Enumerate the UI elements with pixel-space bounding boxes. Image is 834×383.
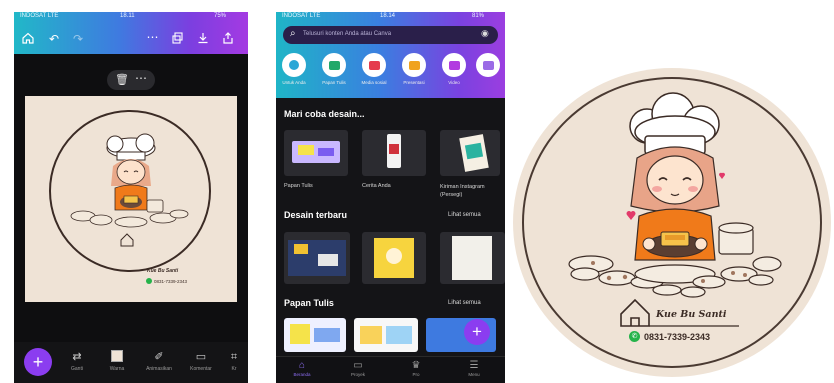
recent-design-1[interactable]: [284, 232, 350, 284]
tool-replace[interactable]: ⇄ Ganti: [58, 350, 96, 372]
design-canvas[interactable]: Kue Bu Santi 0831-7339-2343: [25, 96, 237, 302]
layers-icon[interactable]: [171, 32, 185, 46]
tool-label: Warna: [109, 366, 125, 372]
category-label: Presentasi: [403, 80, 425, 85]
folder-icon: ▭: [353, 360, 363, 371]
camera-icon[interactable]: ◉: [481, 28, 489, 39]
category-presentation[interactable]: Presentasi: [396, 53, 432, 85]
status-carrier: INDOSAT LTE: [20, 13, 59, 19]
menu-icon: ☰: [469, 360, 479, 371]
category-video[interactable]: Video: [436, 53, 472, 85]
search-placeholder: Telusuri konten Anda atau Canva: [303, 31, 392, 37]
see-all-link[interactable]: Lihat semua: [448, 300, 481, 306]
editor-top-bar: INDOSAT LTE 18.11 75% ↶ ↷ ⋯: [14, 12, 248, 54]
whiteboard-template-2[interactable]: [354, 318, 418, 352]
selection-menu: 🗑 ⋯: [107, 70, 155, 90]
canva-editor-screen: INDOSAT LTE 18.11 75% ↶ ↷ ⋯ 🗑 ⋯ Kue Bu S…: [14, 12, 248, 383]
status-carrier: INDOSAT LTE: [282, 13, 321, 19]
tool-label: Komentar: [190, 366, 212, 372]
chef-illustration: [70, 133, 189, 247]
category-label: Papan Tulis: [322, 80, 346, 85]
trash-icon[interactable]: 🗑: [115, 73, 129, 86]
tool-color[interactable]: Warna: [98, 350, 136, 372]
sparkle-icon: [289, 60, 299, 70]
status-battery: 75%: [214, 13, 227, 19]
tool-animate[interactable]: ✐ Animasikan: [140, 350, 178, 372]
canva-home-screen: INDOSAT LTE 18.14 81% ⌕ Telusuri konten …: [276, 12, 505, 383]
status-time: 18.14: [380, 13, 396, 19]
logo-name-text: Kue Bu Santi: [147, 268, 179, 274]
home-icon[interactable]: [21, 32, 35, 46]
category-for-you[interactable]: Untuk Anda: [276, 53, 312, 85]
whatsapp-icon: [146, 278, 152, 284]
category-whiteboard[interactable]: Papan Tulis: [316, 53, 352, 85]
search-icon: ⌕: [290, 28, 296, 39]
status-time: 18.11: [120, 13, 135, 19]
nav-pro[interactable]: ♛ Pro: [394, 360, 438, 377]
whiteboard-template-1[interactable]: [284, 318, 346, 352]
recent-design-3[interactable]: [440, 232, 505, 284]
logo-phone-text: 0831-7339-2343: [154, 279, 188, 284]
replace-icon: ⇄: [72, 351, 82, 363]
whiteboard-icon: [328, 60, 340, 70]
section-title-try: Mari coba desain...: [284, 109, 365, 119]
more-category-icon: [482, 60, 494, 70]
tool-label: Ganti: [71, 366, 83, 372]
template-whiteboard[interactable]: [284, 130, 348, 176]
presentation-icon: [408, 60, 420, 70]
status-battery: 81%: [472, 13, 485, 19]
tool-label: Animasikan: [146, 366, 172, 372]
recent-design-2[interactable]: [362, 232, 426, 284]
eraser-icon: ✐: [154, 351, 164, 363]
color-icon: [98, 350, 136, 364]
crop-icon: ⌗: [230, 351, 238, 363]
category-social-media[interactable]: Media sosial: [356, 53, 392, 85]
comment-icon: ▭: [195, 351, 207, 363]
nav-label: Menu: [468, 372, 480, 377]
undo-icon[interactable]: ↶: [47, 32, 61, 46]
nav-label: Beranda: [293, 372, 311, 377]
template-label: Kiriman Instagram (Persegi): [440, 184, 485, 198]
redo-icon[interactable]: ↷: [71, 32, 85, 46]
chef-girl-illustration: [568, 92, 782, 327]
nav-label: Proyek: [350, 372, 365, 377]
heart-icon: [368, 60, 380, 70]
section-title-whiteboard: Papan Tulis: [284, 298, 334, 308]
logo-brand-name: Kue Bu Santi: [656, 309, 727, 320]
logo-circle[interactable]: Kue Bu Santi 0831-7339-2343: [49, 110, 211, 284]
bakery-logo: Kue Bu Santi ✆ 0831-7339-2343: [513, 68, 831, 377]
home-header: INDOSAT LTE 18.14 81% ⌕ Telusuri konten …: [276, 12, 505, 98]
nav-menu[interactable]: ☰ Menu: [452, 360, 496, 377]
bottom-navigation: ⌂ Beranda ▭ Proyek ♛ Pro ☰ Menu: [276, 356, 505, 383]
whatsapp-icon: ✆: [629, 331, 640, 342]
template-instagram[interactable]: [440, 130, 500, 176]
download-icon[interactable]: [196, 32, 210, 46]
more-icon[interactable]: ⋯: [146, 30, 160, 44]
editor-bottom-toolbar: + ⇄ Ganti Warna ✐ Animasikan ▭ Komentar …: [14, 342, 248, 383]
template-label: Papan Tulis: [284, 183, 313, 189]
nav-projects[interactable]: ▭ Proyek: [336, 360, 380, 377]
category-more[interactable]: [476, 53, 505, 77]
template-label: Cerita Anda: [362, 183, 391, 189]
logo-phone-number: 0831-7339-2343: [644, 332, 711, 342]
tool-label: Kr: [231, 366, 237, 372]
create-design-button[interactable]: +: [464, 319, 490, 345]
tool-crop[interactable]: ⌗ Kr: [220, 350, 248, 372]
search-bar[interactable]: ⌕ Telusuri konten Anda atau Canva ◉: [283, 26, 498, 44]
tool-comment[interactable]: ▭ Komentar: [182, 350, 220, 372]
more-icon[interactable]: ⋯: [135, 71, 148, 85]
nav-label: Pro: [412, 372, 420, 377]
category-label: Untuk Anda: [282, 80, 306, 85]
share-icon[interactable]: [221, 32, 235, 46]
video-icon: [448, 60, 460, 70]
nav-home[interactable]: ⌂ Beranda: [280, 360, 324, 377]
home-icon: ⌂: [298, 360, 306, 371]
see-all-link[interactable]: Lihat semua: [448, 212, 481, 218]
add-button[interactable]: +: [24, 348, 52, 376]
crown-icon: ♛: [411, 360, 421, 371]
category-label: Video: [448, 80, 460, 85]
section-title-recent: Desain terbaru: [284, 210, 348, 220]
template-story[interactable]: [362, 130, 426, 176]
category-label: Media sosial: [361, 80, 387, 85]
